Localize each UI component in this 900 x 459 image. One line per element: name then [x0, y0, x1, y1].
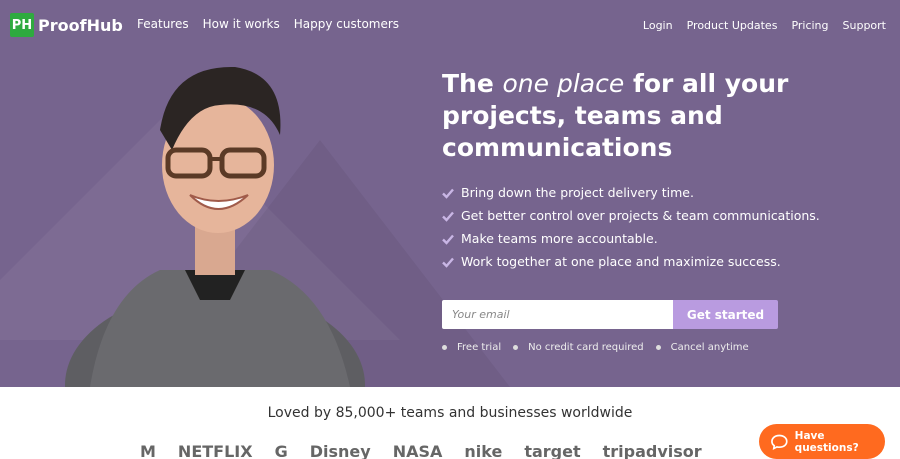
perk-item: Cancel anytime: [655, 342, 749, 353]
nav-features[interactable]: Features: [137, 17, 189, 31]
check-icon: [442, 188, 454, 199]
benefit-item: Work together at one place and maximize …: [442, 250, 820, 273]
client-logos: M NETFLIX G Disney NASA nike target trip…: [140, 436, 760, 459]
check-icon: [442, 257, 454, 268]
social-proof-text: Loved by 85,000+ teams and businesses wo…: [267, 405, 633, 421]
benefit-item: Bring down the project delivery time.: [442, 181, 820, 204]
client-logo: target: [524, 441, 581, 459]
hero-headline: The one place for all your projects, tea…: [442, 69, 789, 162]
bullet-icon: [513, 345, 519, 350]
bullet-icon: [655, 345, 661, 350]
logo-badge: PH: [10, 13, 34, 37]
perk-item: Free trial: [442, 342, 501, 353]
check-icon: [442, 234, 454, 245]
client-logo: M: [140, 441, 156, 459]
benefit-item: Get better control over projects & team …: [442, 204, 820, 227]
perk-item: No credit card required: [513, 342, 644, 353]
brand-logo[interactable]: PH ProofHub: [10, 13, 123, 37]
hero-section: PH ProofHub Features How it works Happy …: [0, 0, 900, 387]
client-logo: tripadvisor: [602, 441, 702, 459]
chat-label: Have questions?: [794, 429, 859, 454]
bullet-icon: [442, 345, 447, 350]
nav-product-updates[interactable]: Product Updates: [687, 19, 778, 32]
signup-form: Get started: [442, 300, 778, 329]
client-logo: nike: [464, 441, 503, 459]
nav-login[interactable]: Login: [643, 19, 673, 32]
email-input[interactable]: [442, 300, 673, 329]
benefit-item: Make teams more accountable.: [442, 227, 820, 250]
get-started-button[interactable]: Get started: [673, 300, 778, 329]
nav-how-it-works[interactable]: How it works: [203, 17, 280, 31]
client-logo: NETFLIX: [177, 441, 253, 459]
hero-person-image: [65, 66, 365, 387]
chat-bubble-icon: [771, 434, 788, 450]
client-logo: Disney: [309, 441, 371, 459]
client-logo: G: [274, 441, 288, 459]
benefit-list: Bring down the project delivery time. Ge…: [442, 181, 820, 273]
nav-happy-customers[interactable]: Happy customers: [294, 17, 399, 31]
logo-text: ProofHub: [38, 15, 123, 35]
chat-widget-button[interactable]: Have questions?: [759, 424, 885, 459]
client-logo: NASA: [392, 441, 443, 459]
perks-list: Free trial No credit card required Cance…: [442, 342, 749, 353]
nav-support[interactable]: Support: [843, 19, 886, 32]
check-icon: [442, 211, 454, 222]
nav-pricing[interactable]: Pricing: [791, 19, 828, 32]
top-nav: PH ProofHub Features How it works Happy …: [0, 0, 900, 50]
